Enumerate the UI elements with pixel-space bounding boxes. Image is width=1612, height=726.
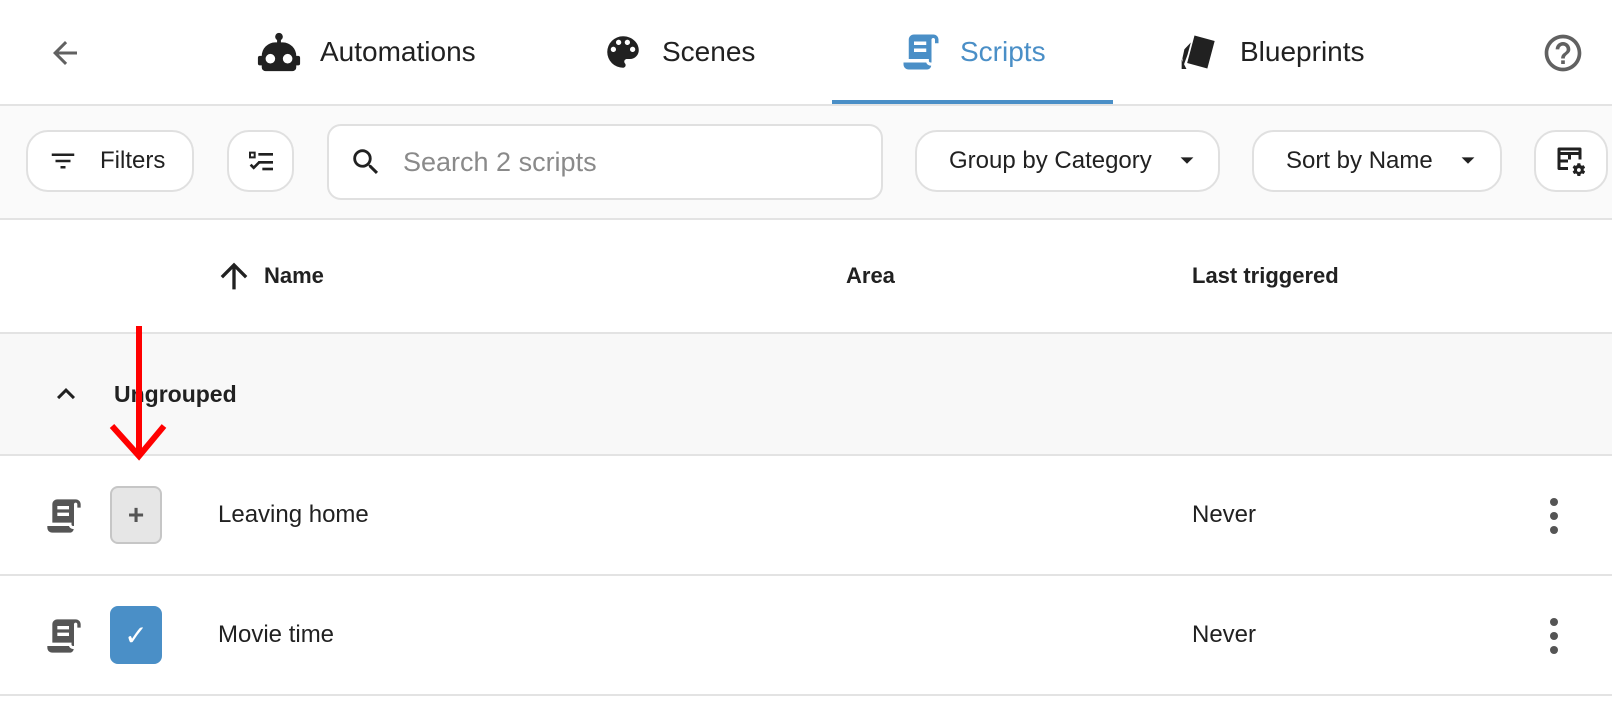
row-name: Movie time (218, 621, 335, 648)
selection-mode-button[interactable] (227, 130, 294, 192)
tab-scenes[interactable]: Scenes (602, 0, 755, 104)
tab-blueprints[interactable]: Blueprints (1178, 0, 1365, 104)
group-by-label: Group by Category (949, 147, 1152, 174)
column-last-triggered-label: Last triggered (1192, 263, 1339, 288)
back-arrow-icon[interactable] (40, 28, 90, 78)
search-icon (353, 149, 379, 175)
tab-label: Scenes (662, 36, 756, 67)
row-overflow-menu-icon[interactable] (1550, 498, 1558, 534)
checklist-icon (248, 151, 273, 171)
row-last-triggered: Never (1192, 501, 1257, 528)
script-icon (903, 34, 939, 70)
caret-down-icon (1180, 157, 1194, 164)
active-tab-indicator (832, 100, 1113, 104)
annotation-arrow-icon (109, 326, 167, 461)
tab-label: Automations (320, 36, 476, 67)
column-name[interactable]: Name (214, 220, 324, 332)
table-header: Name Area Last triggered (0, 220, 1612, 334)
help-icon[interactable] (1538, 28, 1588, 78)
sort-by-label: Sort by Name (1286, 147, 1433, 174)
row-select-checkbox[interactable]: ✓ (110, 606, 162, 664)
tab-label: Blueprints (1240, 36, 1365, 67)
filters-button[interactable]: Filters (26, 130, 194, 192)
filters-label: Filters (100, 147, 166, 174)
column-area-label: Area (846, 263, 895, 288)
tab-label: Scripts (960, 36, 1046, 67)
table-settings-button[interactable] (1534, 130, 1608, 192)
top-tab-bar: Automations Scenes Scripts Blueprints (0, 0, 1612, 106)
row-name: Leaving home (218, 501, 369, 528)
row-select-checkbox[interactable]: + (110, 486, 162, 544)
table-row[interactable]: + Leaving home Never (0, 456, 1612, 576)
script-icon (44, 614, 84, 658)
robot-icon (257, 32, 301, 72)
caret-down-icon (1461, 157, 1475, 164)
tab-automations[interactable]: Automations (256, 0, 476, 104)
sort-ascending-arrow-icon (220, 262, 248, 290)
row-last-triggered: Never (1192, 621, 1257, 648)
group-header[interactable]: Ungrouped (0, 334, 1612, 456)
table-cog-icon (1557, 147, 1586, 176)
sort-by-dropdown[interactable]: Sort by Name (1252, 130, 1502, 192)
group-by-dropdown[interactable]: Group by Category (915, 130, 1220, 192)
search-box[interactable] (327, 124, 883, 200)
filter-icon (51, 153, 75, 169)
table-row[interactable]: ✓ Movie time Never (0, 576, 1612, 696)
column-last-triggered[interactable]: Last triggered (1192, 220, 1339, 332)
column-name-label: Name (264, 263, 324, 288)
blueprint-icon (1181, 35, 1215, 70)
palette-icon (607, 36, 639, 68)
row-overflow-menu-icon[interactable] (1550, 618, 1558, 654)
search-input[interactable] (401, 145, 825, 179)
chevron-up-icon[interactable] (46, 374, 86, 414)
tab-scripts[interactable]: Scripts (900, 0, 1046, 104)
column-area[interactable]: Area (846, 220, 895, 332)
toolbar: Filters Group by Category Sort by Name (0, 106, 1612, 220)
script-icon (44, 494, 84, 538)
